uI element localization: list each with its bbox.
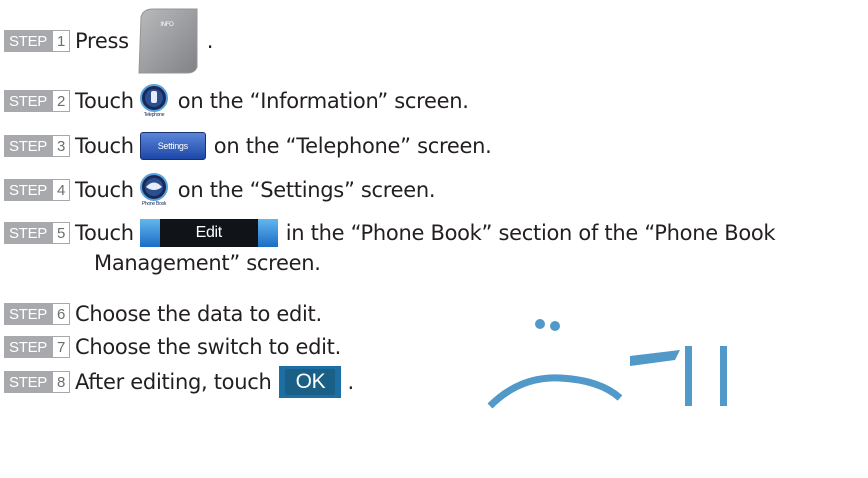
step-8: STEP 8 After editing, touch OK . (4, 362, 354, 402)
step-5: STEP 5 Touch Edit in the “Phone Book” sec… (4, 213, 776, 253)
settings-button[interactable]: Settings (139, 132, 206, 160)
step-3: STEP 3 Touch Settings on the “Telephone” … (4, 126, 492, 166)
step-5-continuation: Management” screen. (94, 251, 321, 275)
step-badge: STEP 8 (4, 371, 70, 393)
telephone-icon[interactable]: Telephone (138, 84, 170, 118)
phone-book-icon[interactable]: Phone Book (138, 173, 170, 207)
ok-button[interactable]: OK (279, 366, 342, 398)
step-badge: STEP 5 (4, 222, 70, 244)
telephone-label: Telephone (144, 112, 165, 118)
step-7: STEP 7 Choose the switch to edit. (4, 330, 341, 364)
info-button-label: INFO (160, 22, 174, 28)
step-badge: STEP 2 (4, 90, 70, 112)
watermark-graphic (487, 319, 727, 409)
phone-book-label: Phone Book (142, 201, 167, 207)
step-badge: STEP 7 (4, 336, 70, 358)
step-badge: STEP 1 (4, 30, 70, 52)
step-badge: STEP 4 (4, 179, 70, 201)
step-badge: STEP 6 (4, 303, 70, 325)
step-1: STEP 1 Press INFO . (4, 1, 213, 81)
step-6: STEP 6 Choose the data to edit. (4, 297, 322, 331)
info-button-icon[interactable]: INFO (135, 7, 201, 75)
edit-button[interactable]: Edit (139, 219, 278, 247)
step-2: STEP 2 Touch Telephone on the “Informatio… (4, 81, 469, 121)
step-badge: STEP 3 (4, 135, 70, 157)
step-4: STEP 4 Touch Phone Book on the “Settings”… (4, 170, 436, 210)
